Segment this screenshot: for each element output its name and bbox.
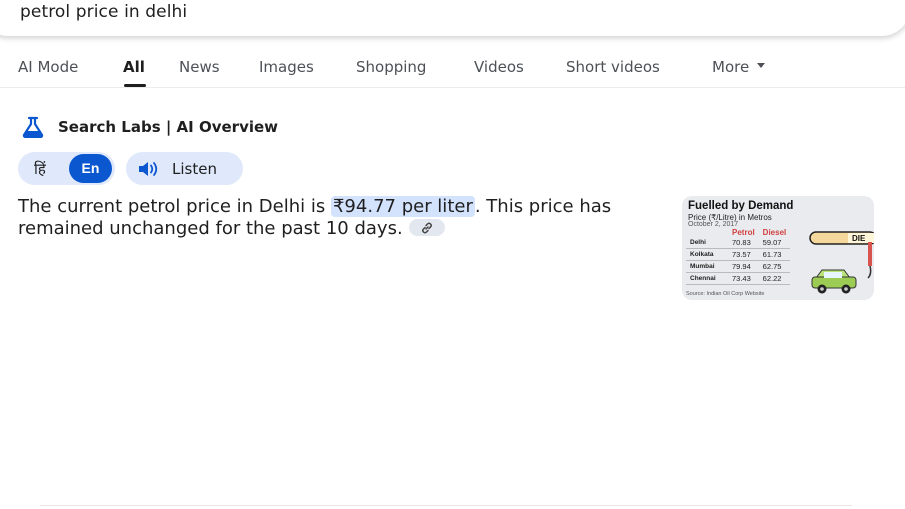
table-header-city: [686, 228, 728, 237]
fuel-pump-car-illustration: DIE: [809, 231, 874, 294]
table-cell-city: Mumbai: [686, 260, 728, 273]
speaker-icon: [138, 161, 160, 177]
table-row: Mumbai 79.94 62.75: [686, 260, 791, 273]
answer-highlight: ₹94.77 per liter: [330, 196, 475, 217]
table-row: Delhi 70.83 59.07: [686, 237, 791, 249]
table-header-petrol: Petrol: [732, 228, 755, 237]
ai-overview-header: Search Labs | AI Overview: [20, 116, 279, 139]
table-cell-diesel: 59.07: [758, 237, 791, 249]
table-cell-city: Delhi: [686, 237, 728, 249]
language-toggle: हिं En: [18, 152, 115, 185]
table-cell-city: Kolkata: [686, 248, 728, 261]
thumbnail-source: Source: Indian Oil Corp Website: [686, 291, 765, 297]
table-cell-city: Chennai: [686, 272, 728, 285]
tab-images[interactable]: Images: [259, 58, 314, 76]
pump-sign-text: DIE: [852, 234, 866, 243]
listen-label: Listen: [172, 159, 217, 178]
listen-button[interactable]: Listen: [126, 152, 243, 185]
thumbnail-date: October 2, 2017: [688, 221, 739, 228]
tab-ai-mode[interactable]: AI Mode: [18, 58, 78, 76]
link-icon: [421, 222, 432, 233]
table-cell-petrol: 70.83: [728, 237, 759, 249]
active-tab-indicator: [124, 84, 146, 87]
tab-more[interactable]: More: [712, 58, 766, 76]
tab-all[interactable]: All: [123, 58, 145, 76]
table-cell-petrol: 79.94: [728, 260, 759, 273]
thumbnail-price-table: Petrol Diesel Delhi 70.83 59.07 Kolkata …: [686, 228, 791, 285]
answer-text-start: The current petrol price in Delhi is: [18, 196, 331, 217]
tab-videos[interactable]: Videos: [474, 58, 524, 76]
table-row: Kolkata 73.57 61.73: [686, 248, 791, 261]
thumbnail-title: Fuelled by Demand: [688, 200, 794, 212]
tab-short-videos[interactable]: Short videos: [566, 58, 660, 76]
language-hindi-button[interactable]: हिं: [34, 159, 46, 179]
search-tabs: AI Mode All News Images Shopping Videos …: [0, 54, 905, 88]
chevron-down-icon: [757, 63, 766, 68]
tab-more-label: More: [712, 58, 750, 76]
table-cell-diesel: 62.75: [758, 260, 791, 273]
source-thumbnail[interactable]: Fuelled by Demand Price (₹/Litre) in Met…: [682, 196, 874, 300]
ai-overview-answer: The current petrol price in Delhi is ₹94…: [18, 196, 658, 240]
table-cell-petrol: 73.43: [728, 272, 759, 285]
table-header-diesel: Diesel: [762, 228, 787, 237]
tab-news[interactable]: News: [179, 58, 220, 76]
language-english-button[interactable]: En: [69, 154, 112, 183]
flask-icon: [20, 116, 46, 139]
source-link-button[interactable]: [408, 218, 445, 236]
search-input[interactable]: petrol price in delhi: [20, 2, 187, 22]
tab-shopping[interactable]: Shopping: [356, 58, 426, 76]
table-cell-diesel: 62.22: [758, 272, 791, 285]
table-cell-diesel: 61.73: [758, 248, 791, 261]
divider: [40, 505, 852, 506]
table-cell-petrol: 73.57: [728, 248, 759, 261]
ai-overview-title: Search Labs | AI Overview: [58, 118, 279, 136]
table-row: Chennai 73.43 62.22: [686, 272, 791, 285]
